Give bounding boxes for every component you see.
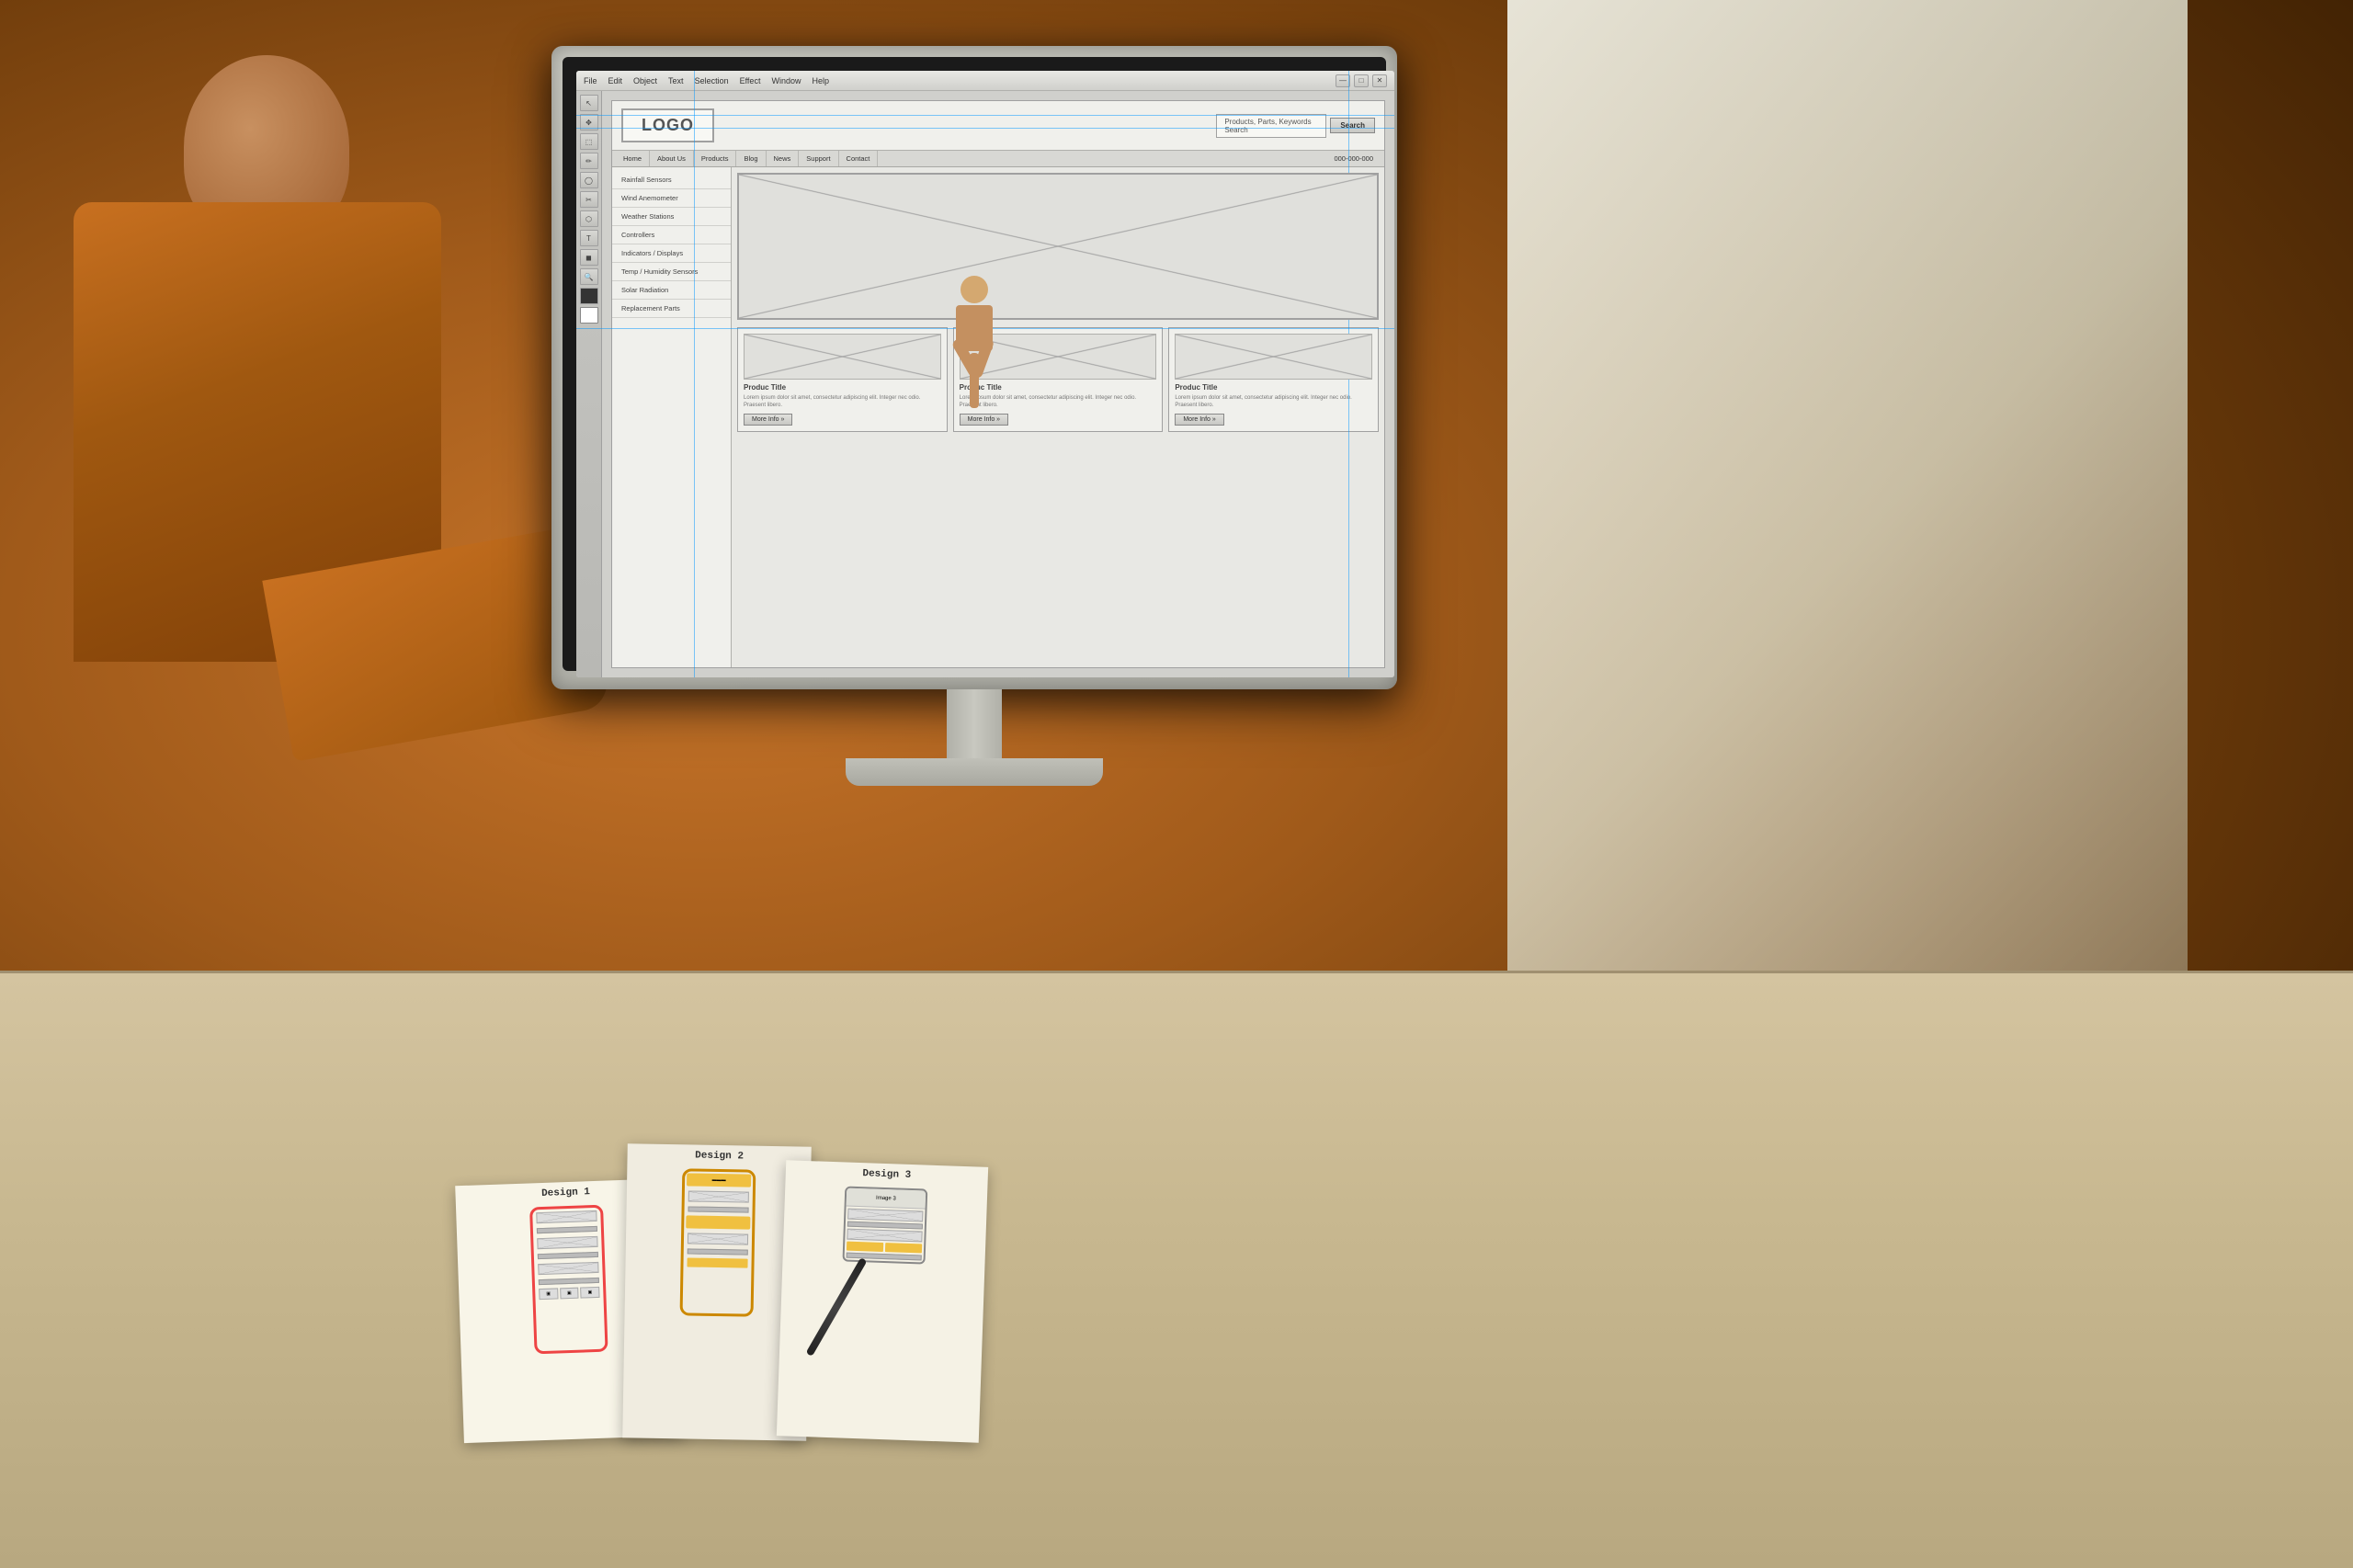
menu-help[interactable]: Help xyxy=(812,76,829,85)
sketch-block xyxy=(847,1209,923,1222)
sketch-top: Image 3 xyxy=(847,1188,926,1210)
product-desc-1: Lorem ipsum dolor sit amet, consectetur … xyxy=(744,395,941,410)
nav-about[interactable]: About Us xyxy=(650,151,694,166)
tools-panel: ↖ ✥ ⬚ ✏ ◯ ✂ ⬡ T ◼ 🔍 xyxy=(576,91,602,677)
monitor-stand-neck xyxy=(947,689,1002,763)
sketch-btn: ▣ xyxy=(560,1288,579,1300)
menu-edit[interactable]: Edit xyxy=(608,76,623,85)
sketch-block xyxy=(688,1233,748,1244)
wf-logo: LOGO xyxy=(621,108,714,142)
sidebar-wind[interactable]: Wind Anemometer xyxy=(612,189,731,208)
wf-product-grid: Produc Title Lorem ipsum dolor sit amet,… xyxy=(737,327,1379,432)
sidebar-temp[interactable]: Temp / Humidity Sensors xyxy=(612,263,731,281)
nav-products[interactable]: Products xyxy=(694,151,737,166)
sketch-highlight-2 xyxy=(687,1257,747,1267)
tool-select[interactable]: ↖ xyxy=(580,95,598,111)
sketch-highlight xyxy=(686,1215,750,1229)
menu-window[interactable]: Window xyxy=(771,76,801,85)
sidebar-weather[interactable]: Weather Stations xyxy=(612,208,731,226)
monitor-stand-base xyxy=(846,758,1103,786)
wooden-mannequin xyxy=(919,276,1029,460)
nav-blog[interactable]: Blog xyxy=(736,151,766,166)
wf-search-input[interactable]: Products, Parts, Keywords Search xyxy=(1216,114,1326,138)
sketch-btn-yellow xyxy=(847,1242,883,1252)
product-desc-3: Lorem ipsum dolor sit amet, consectetur … xyxy=(1175,395,1372,410)
nav-support[interactable]: Support xyxy=(799,151,838,166)
sidebar-indicators[interactable]: Indicators / Displays xyxy=(612,244,731,263)
wf-search-button[interactable]: Search xyxy=(1330,118,1375,133)
wf-main-content: Produc Title Lorem ipsum dolor sit amet,… xyxy=(732,167,1384,667)
menu-text[interactable]: Text xyxy=(668,76,684,85)
guide-line-vertical-1 xyxy=(694,91,695,677)
phone-number: 000-000-000 xyxy=(1326,151,1381,166)
wf-search-area: Products, Parts, Keywords Search Search xyxy=(1216,114,1375,138)
sidebar-solar[interactable]: Solar Radiation xyxy=(612,281,731,300)
tool-cut[interactable]: ✂ xyxy=(580,191,598,208)
sketch-line xyxy=(847,1253,922,1261)
sketch-btn-yellow xyxy=(885,1243,922,1253)
tool-zoom[interactable]: 🔍 xyxy=(580,268,598,285)
tool-rect[interactable]: ⬚ xyxy=(580,133,598,150)
close-button[interactable]: ✕ xyxy=(1372,74,1387,87)
product-card-1: Produc Title Lorem ipsum dolor sit amet,… xyxy=(737,327,948,432)
sketch-tablet: Image 3 xyxy=(842,1187,927,1265)
menu-effect[interactable]: Effect xyxy=(740,76,761,85)
product-image-1 xyxy=(744,334,941,380)
sketch-block xyxy=(688,1190,749,1202)
menu-selection[interactable]: Selection xyxy=(695,76,729,85)
wf-sidebar: Rainfall Sensors Wind Anemometer Weather… xyxy=(612,167,732,667)
sketch-phone-1: ▣ ▣ ▣ xyxy=(529,1205,608,1355)
sketch-block xyxy=(538,1262,598,1275)
tool-bg-color[interactable] xyxy=(580,307,598,324)
product-btn-1[interactable]: More Info » xyxy=(744,414,792,426)
sketch-block xyxy=(536,1210,597,1223)
sketch-phone-2: ▬▬▬ xyxy=(680,1168,756,1316)
desk-surface xyxy=(0,971,2353,1568)
tool-fill[interactable]: ◼ xyxy=(580,249,598,266)
sketch-line xyxy=(539,1278,599,1285)
sketch-label-2: Design 2 xyxy=(627,1143,811,1166)
product-card-3: Produc Title Lorem ipsum dolor sit amet,… xyxy=(1168,327,1379,432)
sketch-btn: ▣ xyxy=(580,1287,599,1299)
sketch-label-3: Design 3 xyxy=(786,1160,989,1187)
sketch-line xyxy=(688,1248,748,1255)
sketch-btn: ▣ xyxy=(539,1288,558,1300)
menu-file[interactable]: File xyxy=(584,76,597,85)
product-title-3: Produc Title xyxy=(1175,383,1372,392)
sketch-header: ▬▬▬ xyxy=(687,1173,751,1187)
tool-pen[interactable]: ✏ xyxy=(580,153,598,169)
menu-object[interactable]: Object xyxy=(633,76,657,85)
maximize-button[interactable]: □ xyxy=(1354,74,1369,87)
sketch-block xyxy=(847,1229,922,1243)
tool-shape[interactable]: ⬡ xyxy=(580,210,598,227)
sketch-line xyxy=(688,1206,749,1212)
product-image-3 xyxy=(1175,334,1372,380)
guide-line-horizontal-1 xyxy=(602,115,1394,116)
nav-contact[interactable]: Contact xyxy=(839,151,879,166)
wf-hero-image xyxy=(737,173,1379,320)
nav-news[interactable]: News xyxy=(767,151,800,166)
wf-header: LOGO Products, Parts, Keywords Search Se… xyxy=(612,101,1384,151)
tool-fg-color[interactable] xyxy=(580,288,598,304)
tool-text[interactable]: T xyxy=(580,230,598,246)
sidebar-rainfall[interactable]: Rainfall Sensors xyxy=(612,171,731,189)
window-light xyxy=(1434,0,2261,1103)
tool-circle[interactable]: ◯ xyxy=(580,172,598,188)
sketch-line xyxy=(538,1252,598,1259)
sidebar-replacement[interactable]: Replacement Parts xyxy=(612,300,731,318)
sketch-block xyxy=(537,1236,597,1249)
nav-home[interactable]: Home xyxy=(616,151,650,166)
sketch-design-3: Design 3 Image 3 xyxy=(777,1160,988,1442)
guide-line-horizontal-2 xyxy=(602,128,1394,129)
product-title-1: Produc Title xyxy=(744,383,941,392)
mannequin-head xyxy=(961,276,988,303)
sketch-papers: Design 1 ▣ ▣ ▣ Design 2 ▬▬▬ xyxy=(441,1108,993,1476)
app-titlebar: File Edit Object Text Selection Effect W… xyxy=(576,71,1394,91)
sketch-line xyxy=(537,1226,597,1233)
titlebar-controls: — □ ✕ xyxy=(1336,74,1387,87)
sidebar-controllers[interactable]: Controllers xyxy=(612,226,731,244)
titlebar-menu: File Edit Object Text Selection Effect W… xyxy=(584,76,829,85)
wf-navigation: Home About Us Products Blog News Support… xyxy=(612,151,1384,167)
product-btn-3[interactable]: More Info » xyxy=(1175,414,1223,426)
